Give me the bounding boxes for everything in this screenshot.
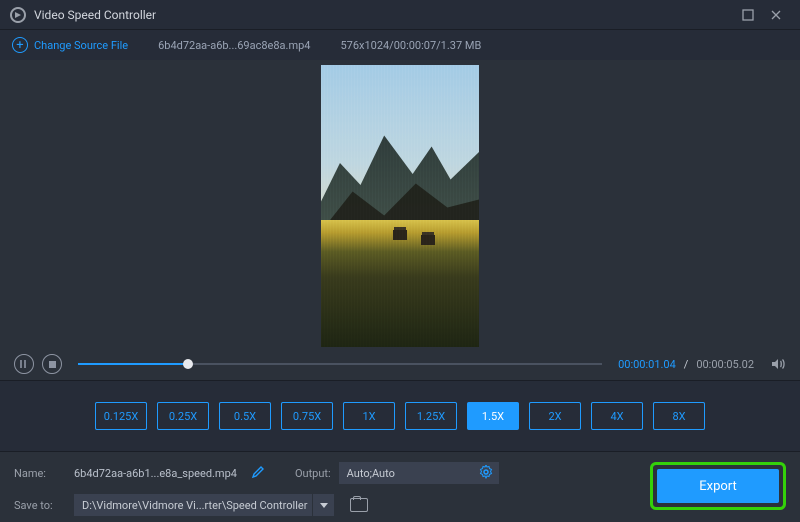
save-path-select[interactable]: D:\Vidmore\Vidmore Vi...rter\Speed Contr… [74,494,334,516]
close-button[interactable] [762,4,790,26]
play-pause-button[interactable] [14,354,34,374]
time-current: 00:00:01.04 [618,358,676,371]
output-format-select[interactable]: Auto;Auto [339,462,499,484]
output-format-label: Output: [295,467,331,480]
export-highlight: Export [650,462,786,510]
titlebar: Video Speed Controller [0,0,800,30]
output-settings-button[interactable] [479,465,493,482]
speed-button-1-25x[interactable]: 1.25X [405,402,457,430]
speed-button-1x[interactable]: 1X [343,402,395,430]
open-folder-button[interactable] [350,498,368,512]
save-path-dropdown-icon[interactable] [312,494,334,516]
speed-button-0-5x[interactable]: 0.5X [219,402,271,430]
change-source-button[interactable]: + Change Source File [12,37,128,53]
speed-button-0-25x[interactable]: 0.25X [157,402,209,430]
save-to-row: Save to: D:\Vidmore\Vidmore Vi...rter\Sp… [14,494,638,516]
save-path-value: D:\Vidmore\Vidmore Vi...rter\Speed Contr… [82,499,307,512]
name-label: Name: [14,467,66,480]
plus-circle-icon: + [12,37,28,53]
playback-bar: 00:00:01.04 / 00:00:05.02 [0,348,800,380]
speed-button-0-75x[interactable]: 0.75X [281,402,333,430]
video-preview-area [0,60,800,348]
output-name-value: 6b4d72aa-a6b1...e8a_speed.mp4 [74,467,237,480]
seek-slider[interactable] [78,356,602,372]
time-separator: / [684,358,689,371]
speed-button-8x[interactable]: 8X [653,402,705,430]
minimize-button[interactable] [734,4,762,26]
output-format-value: Auto;Auto [347,467,395,480]
speed-button-0-125x[interactable]: 0.125X [95,402,147,430]
source-meta: 576x1024/00:00:07/1.37 MB [340,39,481,52]
speed-button-1-5x[interactable]: 1.5X [467,402,519,430]
speed-selector: 0.125X 0.25X 0.5X 0.75X 1X 1.25X 1.5X 2X 4X 8X [0,380,800,452]
save-to-label: Save to: [14,499,66,512]
edit-name-button[interactable] [251,465,265,482]
source-filename: 6b4d72aa-a6b...69ac8e8a.mp4 [158,39,310,52]
speed-button-2x[interactable]: 2X [529,402,581,430]
window-title: Video Speed Controller [34,8,156,22]
speed-button-4x[interactable]: 4X [591,402,643,430]
stop-button[interactable] [42,354,62,374]
time-duration: 00:00:05.02 [696,358,754,371]
output-name-row: Name: 6b4d72aa-a6b1...e8a_speed.mp4 Outp… [14,462,638,484]
export-button[interactable]: Export [657,469,779,503]
video-frame[interactable] [321,65,479,347]
app-logo-icon [10,7,26,23]
change-source-label: Change Source File [34,39,128,52]
source-bar: + Change Source File 6b4d72aa-a6b...69ac… [0,30,800,60]
volume-icon[interactable] [770,356,786,372]
bottom-panel: Name: 6b4d72aa-a6b1...e8a_speed.mp4 Outp… [0,452,800,522]
